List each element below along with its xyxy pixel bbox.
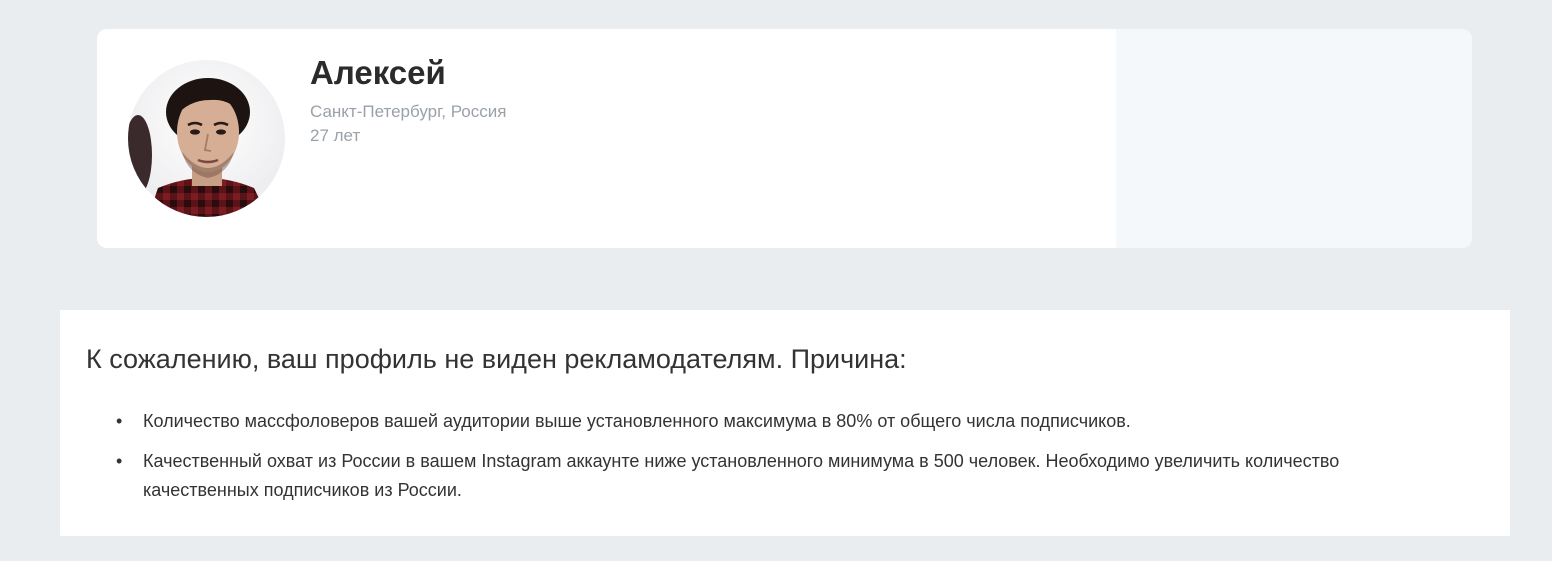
list-item: • Качественный охват из России в вашем I…	[116, 447, 1456, 505]
reasons-list: • Количество массфоловеров вашей аудитор…	[116, 407, 1456, 516]
profile-location: Санкт-Петербург, Россия	[310, 102, 507, 121]
reason-text: Качественный охват из России в вашем Ins…	[143, 451, 1340, 500]
avatar[interactable]	[128, 60, 285, 217]
bullet-icon: •	[116, 411, 123, 431]
profile-name: Алексей	[310, 54, 446, 91]
avatar-photo-icon	[128, 60, 285, 217]
list-item: • Количество массфоловеров вашей аудитор…	[116, 407, 1456, 436]
visibility-warning-panel: К сожалению, ваш профиль не виден реклам…	[60, 310, 1510, 536]
profile-age: 27 лет	[310, 126, 361, 145]
profile-card: Алексей Санкт-Петербург, Россия 27 лет	[97, 29, 1472, 248]
reason-text: Количество массфоловеров вашей аудитории…	[143, 411, 1131, 431]
warning-title: К сожалению, ваш профиль не виден реклам…	[86, 344, 907, 374]
profile-card-side-panel	[1116, 29, 1472, 248]
bullet-icon: •	[116, 451, 123, 471]
